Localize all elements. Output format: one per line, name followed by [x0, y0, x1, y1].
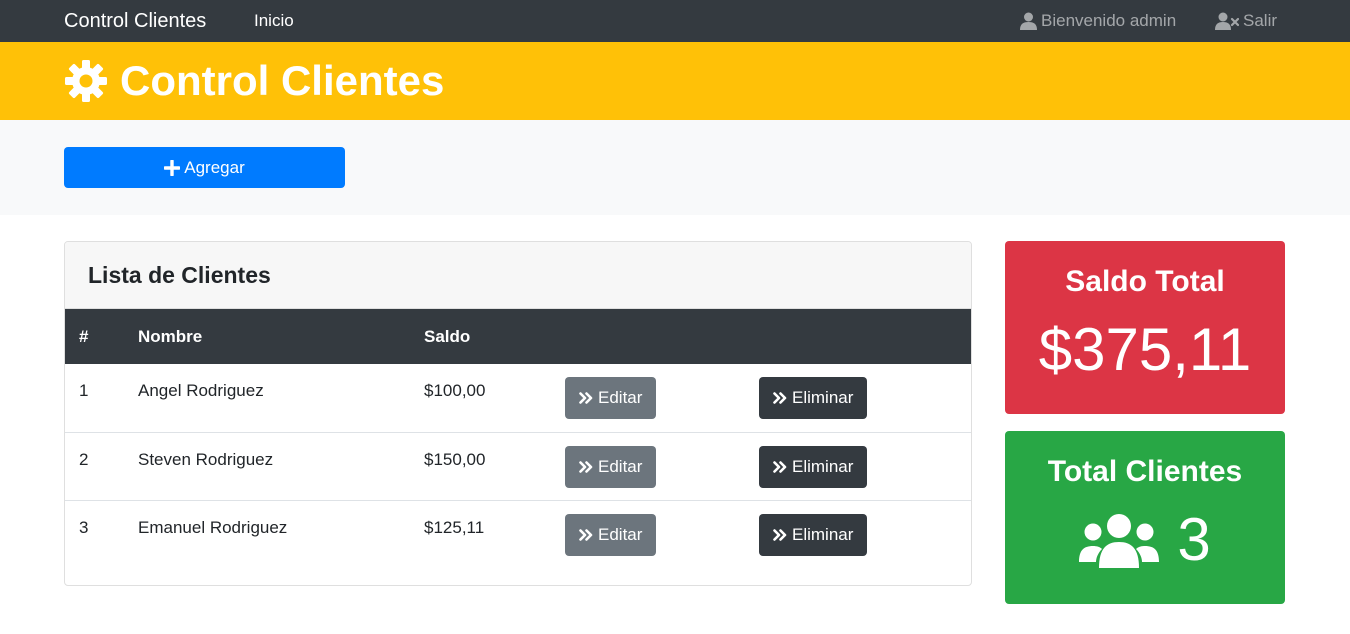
double-chevron-right-icon [773, 392, 787, 404]
total-clientes-title: Total Clientes [1047, 455, 1243, 488]
nav-link-inicio[interactable]: Inicio [254, 11, 294, 31]
gear-icon [65, 60, 107, 102]
row-saldo: $150,00 [424, 449, 486, 469]
double-chevron-right-icon [773, 528, 787, 541]
page-header: Control Clientes [0, 42, 1350, 120]
row-name: Emanuel Rodriguez [138, 517, 288, 537]
row-num: 2 [79, 449, 89, 469]
clients-table: # Nombre Saldo 1 Angel Rodriguez $100,00… [65, 309, 971, 568]
nav-logout-link[interactable]: Salir [1215, 11, 1277, 31]
delete-button[interactable]: Eliminar [759, 445, 868, 488]
delete-button-label: Eliminar [792, 388, 854, 407]
double-chevron-right-icon [773, 460, 787, 473]
column-header-edit [551, 309, 745, 364]
row-name: Angel Rodriguez [138, 381, 264, 400]
column-header-nombre: Nombre [138, 326, 203, 346]
column-header-num: # [79, 326, 89, 346]
edit-button[interactable]: Editar [565, 377, 657, 419]
double-chevron-right-icon [579, 460, 593, 473]
saldo-total-title: Saldo Total [1065, 265, 1225, 298]
row-name: Steven Rodriguez [138, 449, 274, 469]
clients-card-title: Lista de Clientes [65, 242, 971, 309]
edit-button-label: Editar [598, 388, 643, 407]
row-num: 3 [79, 517, 89, 537]
row-saldo: $125,11 [424, 517, 485, 537]
add-client-label: Agregar [184, 157, 245, 177]
delete-button[interactable]: Eliminar [759, 513, 868, 556]
delete-button[interactable]: Eliminar [759, 377, 868, 419]
table-row: 1 Angel Rodriguez $100,00 Editar Elimina… [65, 364, 971, 432]
add-client-button[interactable]: Agregar [64, 147, 345, 188]
column-header-delete [745, 309, 971, 364]
action-bar: Agregar [0, 120, 1350, 215]
table-header-row: # Nombre Saldo [65, 309, 971, 364]
column-header-saldo: Saldo [424, 326, 471, 346]
table-row: 3 Emanuel Rodriguez $125,11 Editar Elimi… [65, 500, 971, 568]
users-icon [1079, 514, 1160, 568]
top-navbar: Control Clientes Inicio Bienvenido admin… [0, 0, 1350, 42]
nav-user-label: Bienvenido admin [1041, 11, 1177, 30]
user-times-icon [1215, 12, 1239, 30]
row-saldo: $100,00 [424, 381, 486, 400]
edit-button[interactable]: Editar [565, 513, 657, 556]
page-title-text: Control Clientes [120, 57, 445, 104]
delete-button-label: Eliminar [792, 524, 854, 544]
edit-button-label: Editar [598, 456, 643, 476]
saldo-total-value: $375,11 [1038, 316, 1252, 383]
edit-button-label: Editar [598, 524, 643, 544]
total-clientes-value: 3 [1177, 506, 1211, 573]
delete-button-label: Eliminar [792, 456, 854, 476]
navbar-brand[interactable]: Control Clientes [64, 9, 206, 33]
clients-card: Lista de Clientes # Nombre Saldo 1 Angel… [64, 241, 972, 586]
plus-icon [164, 159, 181, 176]
row-num: 1 [79, 381, 89, 400]
total-clientes-row: 3 [1005, 505, 1285, 575]
double-chevron-right-icon [579, 528, 593, 541]
nav-logout-label: Salir [1243, 11, 1278, 30]
double-chevron-right-icon [579, 392, 593, 404]
saldo-total-card: Saldo Total $375,11 [1005, 241, 1285, 414]
user-icon [1020, 12, 1037, 30]
edit-button[interactable]: Editar [565, 445, 657, 488]
page-title: Control Clientes [64, 54, 444, 108]
total-clientes-card: Total Clientes 3 [1005, 431, 1285, 604]
nav-user-link[interactable]: Bienvenido admin [1020, 11, 1176, 31]
table-row: 2 Steven Rodriguez $150,00 Editar Elimin… [65, 432, 971, 500]
